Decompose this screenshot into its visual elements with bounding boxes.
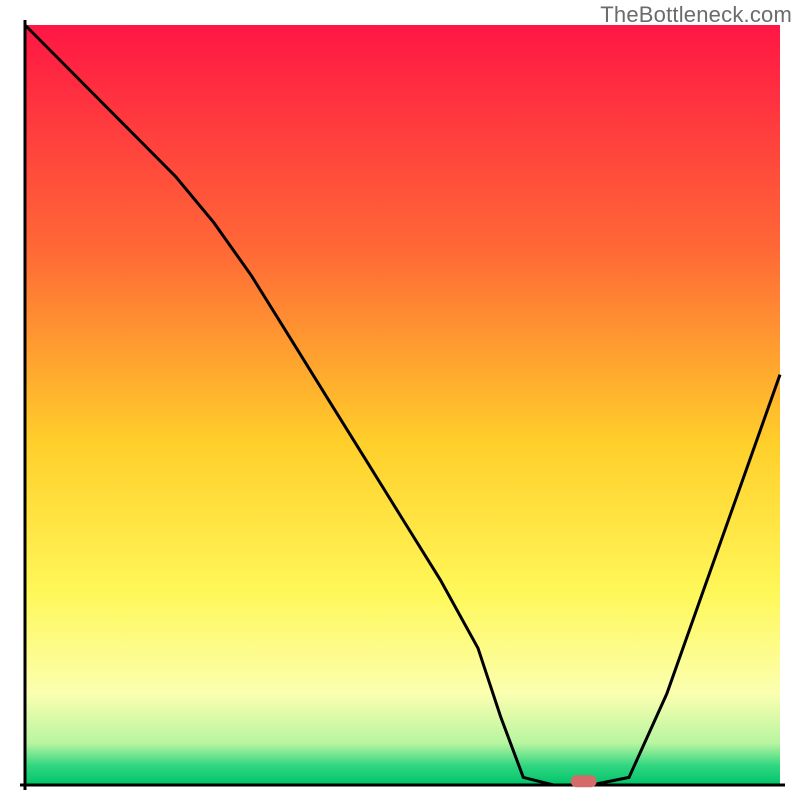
- optimal-point-marker: [571, 775, 597, 787]
- watermark-text: TheBottleneck.com: [600, 2, 792, 28]
- chart-container: TheBottleneck.com: [0, 0, 800, 800]
- bottleneck-curve-chart: [0, 0, 800, 800]
